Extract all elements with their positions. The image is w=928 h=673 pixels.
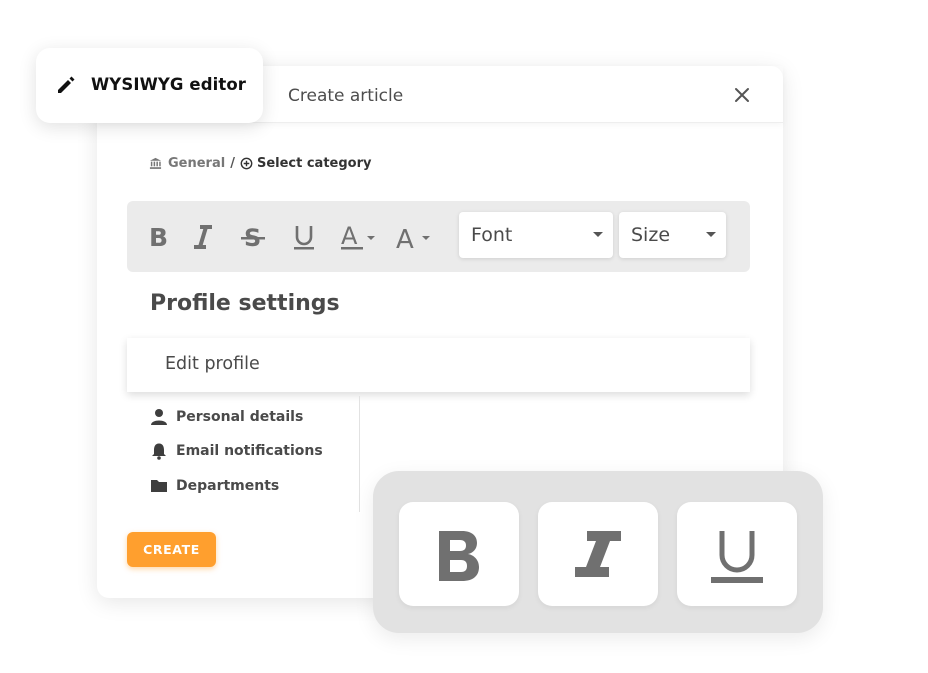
strikethrough-icon[interactable]: S — [240, 223, 266, 251]
size-select[interactable]: Size — [619, 212, 726, 258]
bank-icon — [149, 157, 162, 169]
font-size-icon[interactable]: A — [395, 223, 435, 251]
menu-label: Departments — [176, 478, 280, 494]
font-select-value: Font — [471, 224, 513, 246]
bold-icon[interactable]: B — [147, 223, 171, 251]
font-select[interactable]: Font — [459, 212, 613, 258]
breadcrumb: General / Select category — [149, 156, 371, 171]
close-icon[interactable] — [733, 86, 751, 104]
editor-toolbar: B S A A Font Size — [127, 201, 750, 272]
folder-icon — [151, 480, 167, 492]
big-bold-button[interactable] — [399, 502, 519, 606]
menu-item-departments[interactable]: Departments — [150, 477, 279, 495]
format-panel — [373, 471, 823, 633]
svg-text:B: B — [149, 223, 168, 251]
big-underline-button[interactable] — [677, 502, 797, 606]
select-category-link[interactable]: Select category — [240, 156, 372, 171]
svg-text:A: A — [396, 225, 414, 251]
svg-text:A: A — [341, 223, 358, 250]
create-button[interactable]: CREATE — [127, 532, 216, 567]
menu-label: Personal details — [176, 409, 304, 425]
chevron-down-icon — [706, 232, 716, 237]
pencil-icon — [58, 76, 75, 93]
edit-profile-bar[interactable]: Edit profile — [127, 338, 750, 392]
italic-icon — [575, 531, 621, 577]
dialog-title: Create article — [288, 86, 404, 106]
text-color-icon[interactable]: A — [340, 223, 380, 251]
select-category-label: Select category — [256, 156, 372, 171]
menu-item-email-notifications[interactable]: Email notifications — [150, 442, 323, 460]
underline-icon — [711, 531, 763, 583]
menu-label: Email notifications — [176, 443, 323, 459]
bell-icon — [152, 443, 166, 460]
edit-profile-label: Edit profile — [165, 354, 260, 374]
big-italic-button[interactable] — [538, 502, 658, 606]
tag-label: WYSIWYG editor — [91, 75, 247, 94]
size-select-value: Size — [631, 224, 671, 246]
menu-item-personal-details[interactable]: Personal details — [150, 408, 303, 426]
bold-icon — [439, 531, 479, 581]
underline-icon[interactable] — [291, 223, 317, 251]
breadcrumb-separator: / — [230, 156, 235, 171]
chevron-down-icon — [593, 232, 603, 237]
content-heading[interactable]: Profile settings — [150, 291, 340, 316]
breadcrumb-general[interactable]: General — [168, 156, 225, 171]
divider — [359, 396, 360, 512]
person-icon — [151, 409, 167, 425]
italic-icon[interactable] — [191, 223, 215, 251]
add-circle-icon — [240, 157, 253, 170]
wysiwyg-tag: WYSIWYG editor — [36, 48, 263, 123]
